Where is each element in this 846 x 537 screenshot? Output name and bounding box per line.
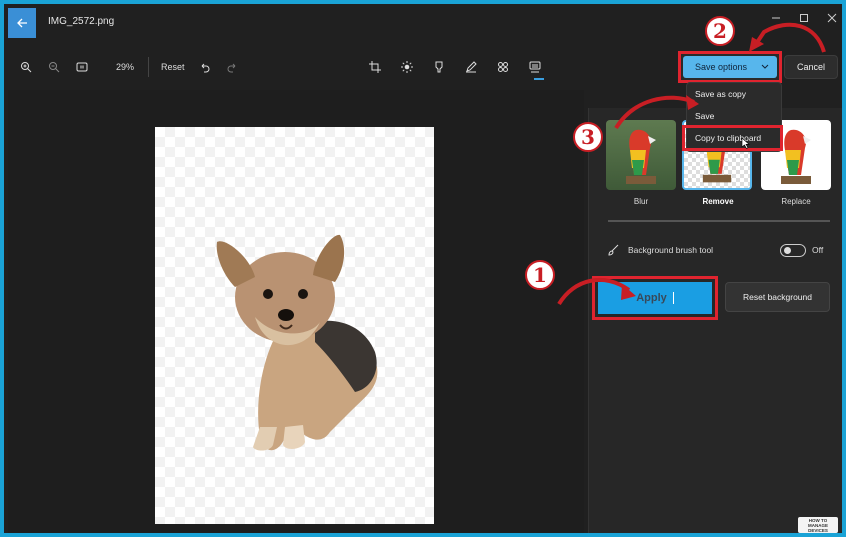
step-1-badge: 1: [525, 260, 555, 290]
app-window: IMG_2572.png 29% Reset Save options Canc…: [0, 0, 846, 537]
watermark-line3: DEVICES: [808, 527, 828, 533]
step-2-badge: 2: [705, 16, 735, 46]
watermark-logo: HOW TO MANAGE DEVICES: [798, 517, 838, 533]
step-3-badge: 3: [573, 122, 603, 152]
watermark-line2: MANAGE: [808, 522, 828, 528]
annotation-arrows: [557, 22, 826, 306]
watermark-line1: HOW TO: [808, 517, 828, 523]
